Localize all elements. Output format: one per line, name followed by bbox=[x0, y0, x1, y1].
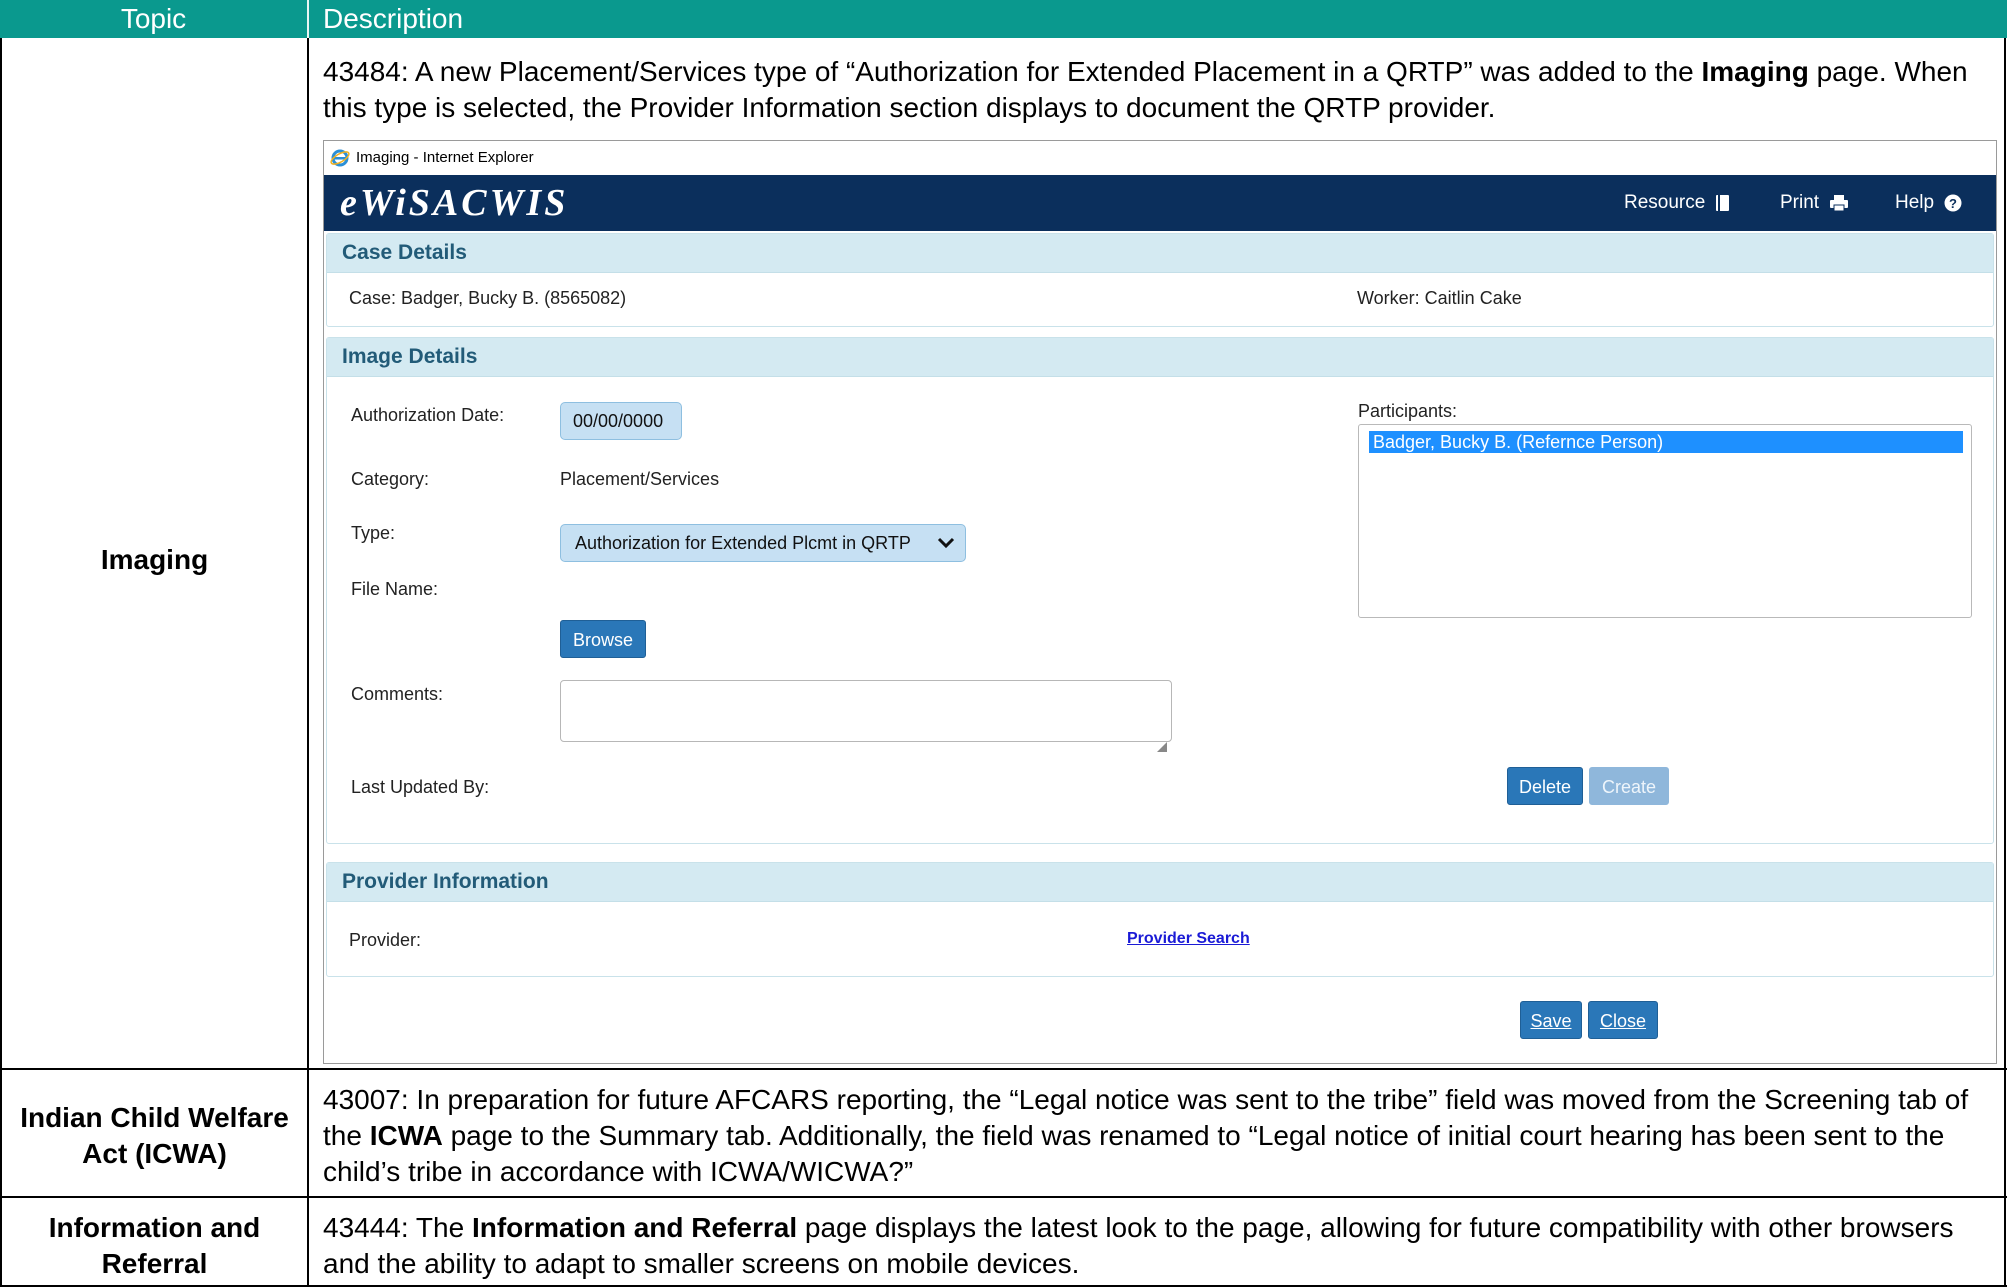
case-details-panel: Case Details Case: Badger, Bucky B. (856… bbox=[326, 233, 1994, 327]
app-banner: eWiSACWIS Resource Print Help ? bbox=[324, 175, 1996, 231]
window-title: Imaging - Internet Explorer bbox=[356, 149, 534, 166]
imaging-screenshot: Imaging - Internet Explorer eWiSACWIS Re… bbox=[323, 140, 1997, 1064]
description-column-header: Description bbox=[323, 3, 464, 34]
delete-button-label: Delete bbox=[1518, 777, 1572, 797]
image-details-heading: Image Details bbox=[342, 345, 478, 368]
row-description-icwa: 43007: In preparation for future AFCARS … bbox=[323, 1084, 1969, 1187]
provider-information-heading: Provider Information bbox=[342, 870, 549, 893]
participant-option[interactable]: Badger, Bucky B. (Refernce Person) bbox=[1369, 431, 1963, 453]
participants-label: Participants: bbox=[1358, 401, 1458, 421]
create-button[interactable]: Create bbox=[1589, 767, 1669, 805]
print-link-label: Print bbox=[1780, 192, 1820, 213]
file-name-label: File Name: bbox=[351, 579, 439, 599]
participants-listbox[interactable]: Badger, Bucky B. (Refernce Person) bbox=[1358, 424, 1972, 618]
save-button[interactable]: Save bbox=[1520, 1001, 1582, 1039]
last-updated-label: Last Updated By: bbox=[351, 777, 490, 797]
topic-column-header: Topic bbox=[120, 3, 187, 34]
image-details-header: Image Details bbox=[327, 338, 1993, 377]
type-label: Type: bbox=[351, 523, 396, 543]
header-divider bbox=[307, 0, 309, 38]
create-button-label: Create bbox=[1601, 777, 1657, 797]
authorization-date-field[interactable]: 00/00/0000 bbox=[560, 402, 682, 440]
chevron-down-icon bbox=[937, 537, 955, 549]
case-details-header: Case Details bbox=[327, 234, 1993, 273]
close-button[interactable]: Close bbox=[1588, 1001, 1658, 1039]
save-button-label: Save bbox=[1530, 1011, 1572, 1031]
provider-information-panel: Provider Information Provider: Provider … bbox=[326, 862, 1994, 977]
help-icon: ? bbox=[1944, 194, 1962, 212]
print-link[interactable]: Print bbox=[1780, 189, 1849, 217]
row-description-information-and-referral: 43444: The Information and Referral page… bbox=[323, 1212, 1954, 1279]
case-details-heading: Case Details bbox=[342, 241, 467, 264]
book-icon bbox=[1716, 195, 1730, 211]
row-topic-icwa: Indian Child Welfare Act (ICWA) bbox=[20, 1102, 289, 1169]
worker-text: Worker: Caitlin Cake bbox=[1357, 288, 1522, 308]
provider-information-header: Provider Information bbox=[327, 863, 1993, 902]
table-header: Topic Description bbox=[0, 0, 2007, 38]
category-label: Category: bbox=[351, 469, 430, 489]
delete-button[interactable]: Delete bbox=[1507, 767, 1583, 805]
svg-text:?: ? bbox=[1949, 196, 1957, 211]
close-button-label: Close bbox=[1599, 1011, 1647, 1031]
resource-link-label: Resource bbox=[1624, 192, 1706, 213]
resize-handle-icon bbox=[1157, 742, 1167, 752]
row-divider bbox=[0, 1196, 2007, 1198]
row-divider bbox=[0, 1068, 2007, 1070]
printer-icon bbox=[1830, 195, 1849, 212]
provider-label: Provider: bbox=[349, 930, 422, 950]
browse-button[interactable]: Browse bbox=[560, 620, 646, 658]
row-description-imaging: 43484: A new Placement/Services type of … bbox=[323, 56, 1968, 123]
comments-label: Comments: bbox=[351, 684, 444, 704]
column-divider bbox=[307, 38, 309, 1287]
type-select[interactable]: Authorization for Extended Plcmt in QRTP bbox=[560, 524, 966, 562]
row-topic-imaging: Imaging bbox=[100, 544, 209, 575]
row-topic-information-and-referral: Information and Referral bbox=[48, 1212, 261, 1279]
case-text: Case: Badger, Bucky B. (8565082) bbox=[349, 288, 627, 308]
app-logo: eWiSACWIS bbox=[340, 182, 569, 224]
browser-title-bar: Imaging - Internet Explorer bbox=[324, 141, 1996, 175]
category-value: Placement/Services bbox=[560, 469, 720, 489]
internet-explorer-icon bbox=[330, 149, 350, 167]
authorization-date-label: Authorization Date: bbox=[351, 405, 505, 425]
help-link[interactable]: Help ? bbox=[1895, 189, 1962, 217]
help-link-label: Help bbox=[1895, 192, 1935, 213]
resource-link[interactable]: Resource bbox=[1624, 189, 1731, 217]
image-details-panel: Image Details Authorization Date: 00/00/… bbox=[326, 337, 1994, 844]
type-select-value: Authorization for Extended Plcmt in QRTP bbox=[575, 533, 911, 553]
table-right-border bbox=[2004, 38, 2006, 1287]
provider-search-link[interactable]: Provider Search bbox=[1127, 930, 1250, 948]
comments-textarea[interactable] bbox=[560, 680, 1172, 742]
